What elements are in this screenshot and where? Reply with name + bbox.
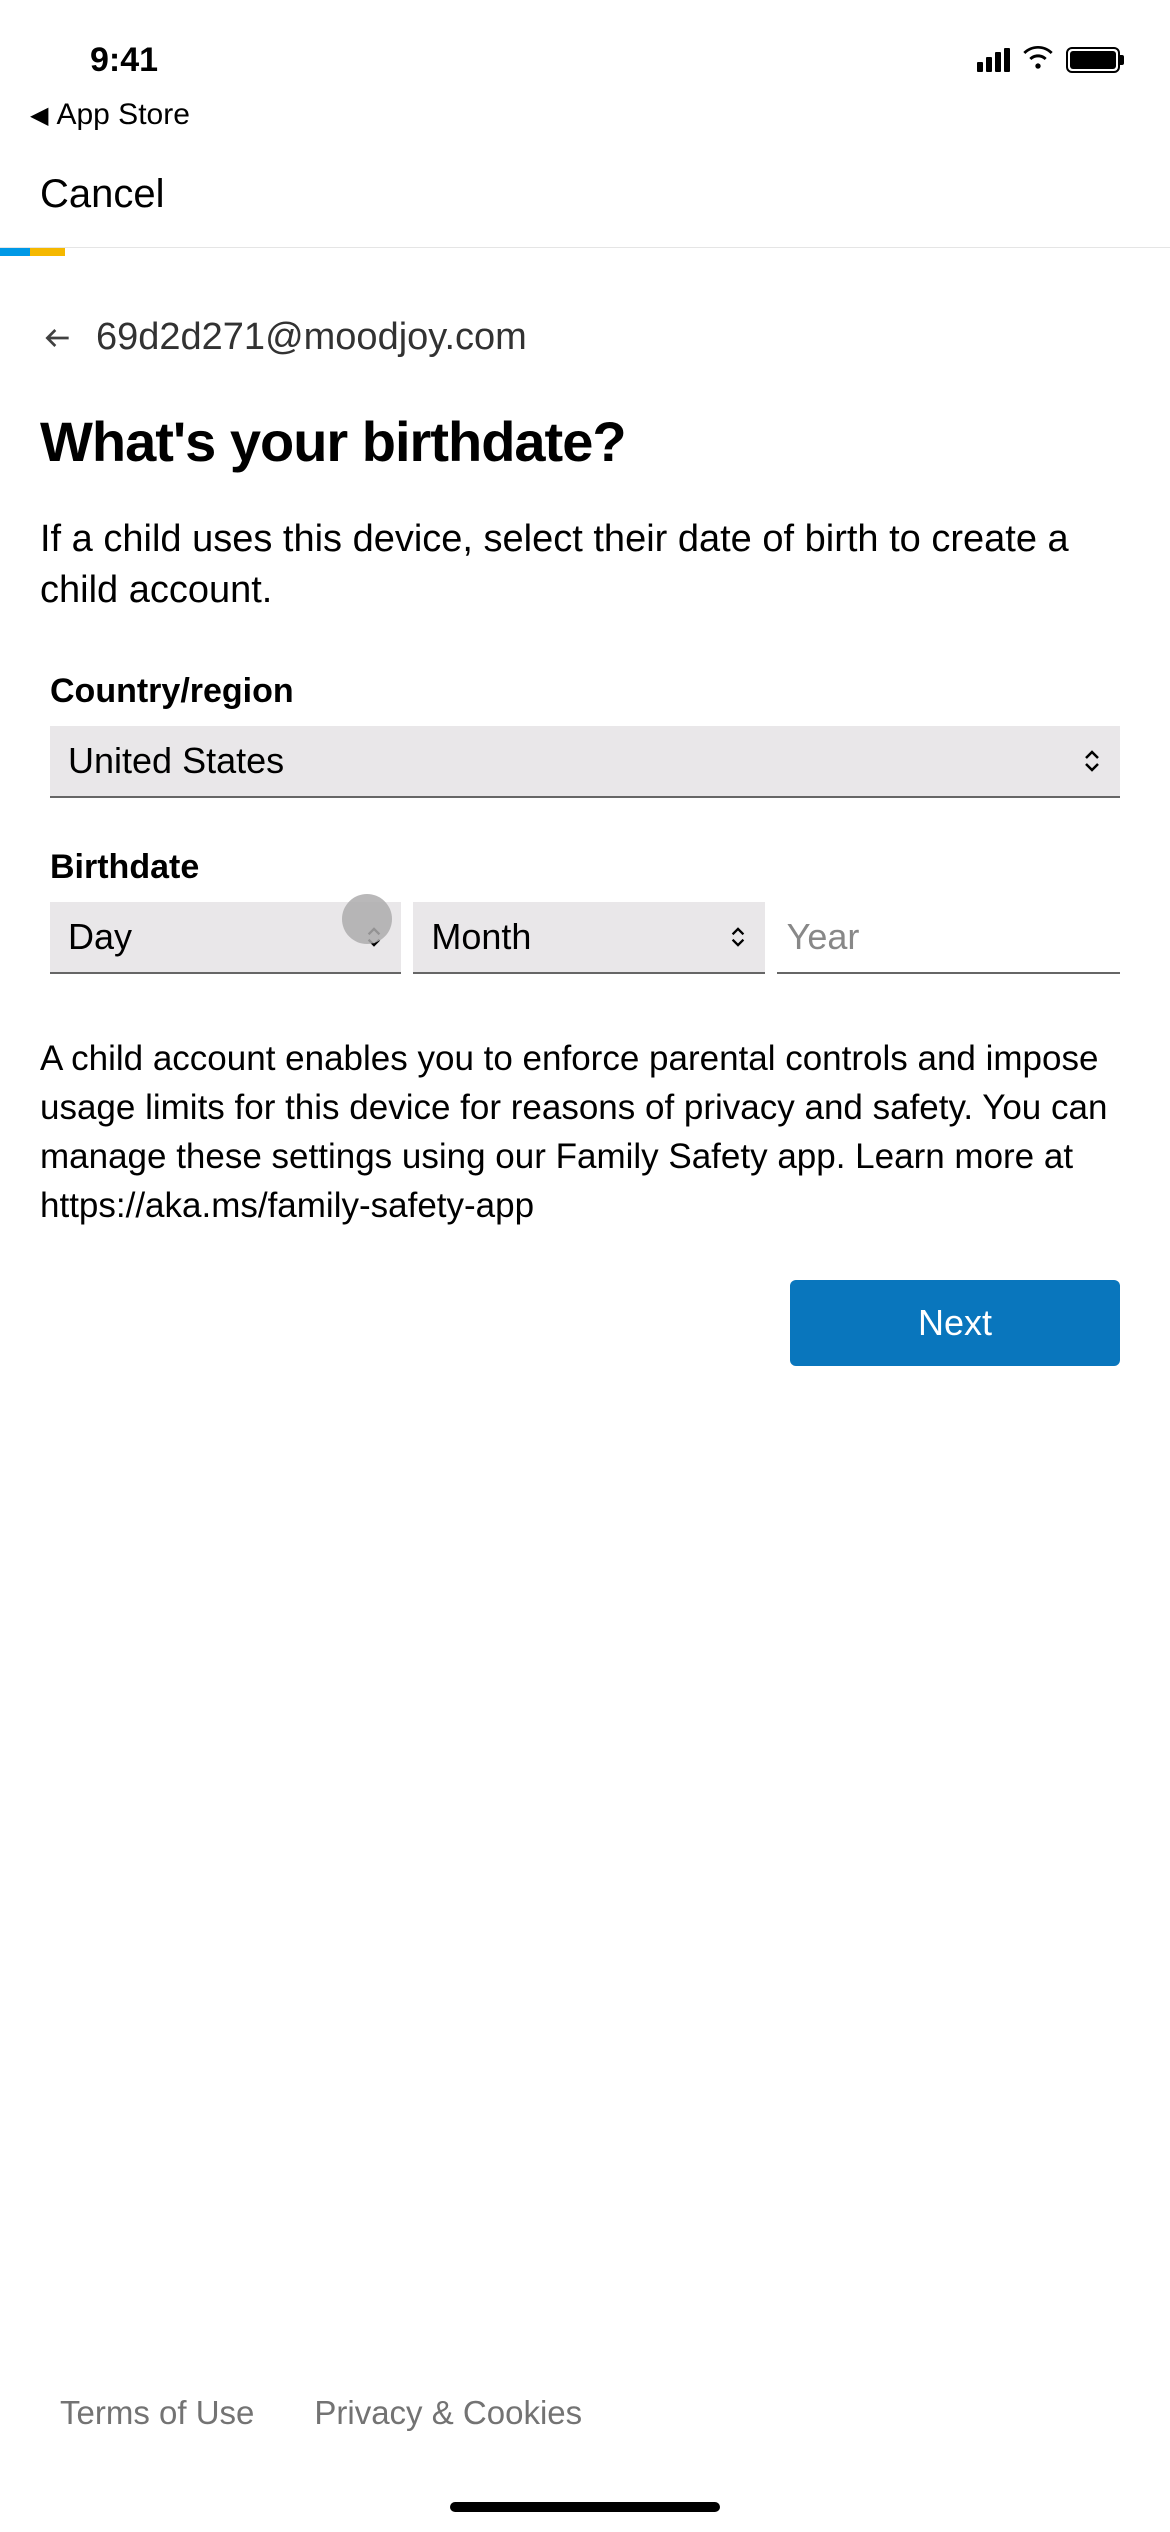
app-store-back[interactable]: ◀ App Store (0, 90, 1170, 152)
back-caret-icon: ◀ (30, 101, 48, 130)
arrow-left-icon (40, 320, 76, 356)
status-bar: 9:41 (0, 0, 1170, 90)
next-row: Next (40, 1280, 1130, 1366)
month-select[interactable]: Month (413, 902, 764, 974)
home-indicator[interactable] (450, 2502, 720, 2512)
cancel-button[interactable]: Cancel (40, 172, 165, 216)
next-button[interactable]: Next (790, 1280, 1120, 1366)
country-value: United States (68, 740, 284, 782)
country-label: Country/region (50, 672, 1120, 711)
year-input[interactable]: Year (777, 902, 1120, 974)
privacy-link[interactable]: Privacy & Cookies (314, 2394, 582, 2432)
progress-segment-orange (30, 248, 65, 256)
page-subtitle: If a child uses this device, select thei… (40, 514, 1130, 617)
help-text: A child account enables you to enforce p… (40, 1034, 1130, 1230)
status-time: 9:41 (90, 41, 158, 80)
email-back-row[interactable]: 69d2d271@moodjoy.com (40, 316, 1130, 359)
chevron-updown-icon (1082, 748, 1102, 774)
day-value: Day (68, 916, 132, 958)
account-email: 69d2d271@moodjoy.com (96, 316, 527, 359)
page-title: What's your birthdate? (40, 409, 1130, 474)
birthdate-row: Day Month Year (50, 902, 1120, 974)
footer-links: Terms of Use Privacy & Cookies (0, 2394, 1170, 2432)
touch-indicator (342, 894, 392, 944)
main-content: 69d2d271@moodjoy.com What's your birthda… (0, 256, 1170, 1366)
battery-icon (1066, 47, 1120, 73)
progress-segment-blue (0, 248, 30, 256)
terms-link[interactable]: Terms of Use (60, 2394, 254, 2432)
birthdate-label: Birthdate (50, 848, 1120, 887)
cellular-signal-icon (977, 48, 1010, 72)
year-placeholder: Year (787, 916, 860, 958)
status-icons (977, 42, 1120, 79)
country-select[interactable]: United States (50, 726, 1120, 798)
progress-bar (0, 248, 1170, 256)
chevron-updown-icon (729, 925, 747, 949)
cancel-row: Cancel (0, 152, 1170, 248)
month-value: Month (431, 916, 531, 958)
wifi-icon (1022, 42, 1054, 79)
back-label: App Store (56, 98, 189, 132)
form-section: Country/region United States Birthdate D… (40, 672, 1130, 974)
